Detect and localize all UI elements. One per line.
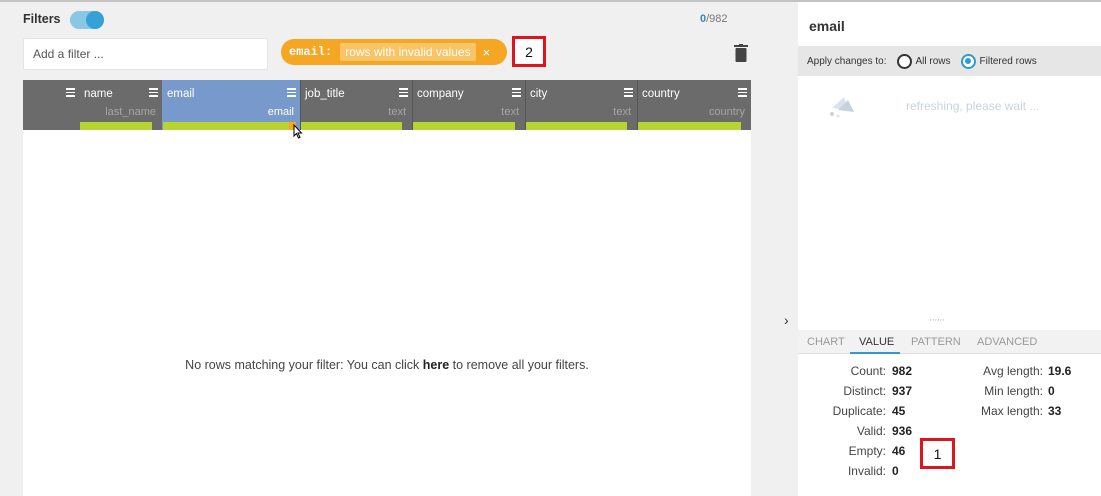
annotation-box-2: 2 <box>512 36 546 67</box>
empty-state-message: No rows matching your filter: You can cl… <box>23 358 751 372</box>
stat-value: 936 <box>892 424 913 438</box>
column-menu-icon[interactable] <box>149 88 158 97</box>
radio-label: Filtered rows <box>979 55 1037 67</box>
filters-toggle[interactable] <box>70 11 104 29</box>
column-type: text <box>613 106 631 118</box>
remove-filter-icon[interactable]: × <box>483 45 491 60</box>
stat-avg-length: Avg length: 19.6 <box>798 364 1071 380</box>
column-header-email[interactable]: email email <box>162 80 300 130</box>
tab-value[interactable]: VALUE <box>859 336 894 348</box>
stat-value: 0 <box>892 464 899 478</box>
stat-value: 19.6 <box>1048 364 1072 378</box>
column-name: email <box>167 88 195 100</box>
apply-changes-bar: Apply changes to: All rows Filtered rows <box>798 46 1101 76</box>
column-header-name[interactable]: name last_name <box>79 80 162 130</box>
column-type: text <box>501 106 519 118</box>
column-header-city[interactable]: city text <box>525 80 637 130</box>
stat-label: Avg length: <box>983 364 1043 378</box>
stat-label: Max length: <box>980 404 1043 418</box>
radio-circle <box>896 53 912 69</box>
stat-value: 33 <box>1048 404 1062 418</box>
index-column-header <box>23 80 79 130</box>
toggle-knob <box>86 11 104 29</box>
filter-count: 0/982 <box>700 13 728 25</box>
column-type: country <box>708 106 745 118</box>
loading-text: refreshing, please wait ... <box>906 99 1040 113</box>
filter-condition: rows with invalid values <box>340 43 476 61</box>
column-menu-icon[interactable] <box>287 88 296 97</box>
column-menu-icon[interactable] <box>399 88 408 97</box>
stat-invalid: Invalid: 0 <box>798 464 899 480</box>
column-name: name <box>84 88 113 100</box>
panel-title: email <box>809 18 845 34</box>
quality-bar[interactable] <box>413 122 515 130</box>
tab-advanced[interactable]: ADVANCED <box>977 336 1037 348</box>
filter-column-key: email: <box>289 45 333 59</box>
column-name: city <box>530 88 548 100</box>
quality-bar[interactable] <box>301 122 402 130</box>
tab-chart[interactable]: CHART <box>807 336 845 348</box>
add-filter-input[interactable] <box>23 38 268 70</box>
column-name: country <box>642 88 680 100</box>
radio-circle <box>960 53 976 69</box>
index-menu-icon[interactable] <box>66 88 75 97</box>
stat-max-length: Max length: 33 <box>798 404 1061 420</box>
column-header-job-title[interactable]: job_title text <box>300 80 412 130</box>
filter-count-total: /982 <box>706 13 728 25</box>
stat-label: Empty: <box>848 444 886 458</box>
tab-pattern[interactable]: PATTERN <box>911 336 961 348</box>
quality-bar[interactable] <box>638 122 741 130</box>
column-type: email <box>267 106 294 118</box>
column-name: job_title <box>305 88 345 100</box>
stat-label: Valid: <box>856 424 886 438</box>
radio-all-rows[interactable]: All rows <box>896 53 951 69</box>
stat-value: 46 <box>892 444 906 458</box>
refresh-icon <box>830 97 854 118</box>
empty-message-text-end: to remove all your filters. <box>449 358 589 372</box>
column-type: text <box>388 106 406 118</box>
active-tab-indicator <box>850 352 900 354</box>
loading-indicator: refreshing, please wait ... <box>828 94 1039 118</box>
mouse-cursor-icon <box>293 124 303 139</box>
stat-value: 0 <box>1048 384 1055 398</box>
annotation-box-1: 1 <box>920 438 955 469</box>
column-header-company[interactable]: company text <box>412 80 525 130</box>
chevron-right-icon[interactable]: › <box>784 312 789 328</box>
column-details-panel: email Apply changes to: All rows Filtere… <box>798 2 1101 496</box>
radio-filtered-rows[interactable]: Filtered rows <box>960 53 1037 69</box>
quality-bar[interactable] <box>526 122 627 130</box>
column-type: last_name <box>105 106 156 118</box>
resize-handle-icon[interactable]: ′′′′′′ <box>930 318 945 327</box>
column-menu-icon[interactable] <box>512 88 521 97</box>
grid-area: Filters 0/982 email: rows with invalid v… <box>0 2 780 496</box>
filters-label: Filters <box>23 12 61 26</box>
panel-tabs: CHART VALUE PATTERN ADVANCED <box>798 330 1101 354</box>
trash-icon[interactable] <box>734 44 748 62</box>
quality-bar[interactable] <box>80 122 152 130</box>
quality-bar[interactable] <box>163 122 290 130</box>
column-menu-icon[interactable] <box>738 88 747 97</box>
stat-valid: Valid: 936 <box>798 424 912 440</box>
remove-filters-link[interactable]: here <box>423 358 449 372</box>
column-name: company <box>417 88 464 100</box>
data-grid: name last_name email email job_title tex… <box>23 80 751 496</box>
empty-message-text: No rows matching your filter: You can cl… <box>185 358 423 372</box>
stat-empty: Empty: 46 <box>798 444 906 460</box>
active-filter-badge[interactable]: email: rows with invalid values × <box>281 39 507 65</box>
column-header-country[interactable]: country country <box>637 80 751 130</box>
stat-min-length: Min length: 0 <box>798 384 1054 400</box>
stat-label: Invalid: <box>847 464 886 478</box>
apply-label: Apply changes to: <box>807 55 887 67</box>
stat-label: Min length: <box>984 384 1043 398</box>
radio-label: All rows <box>915 55 951 67</box>
column-menu-icon[interactable] <box>624 88 633 97</box>
